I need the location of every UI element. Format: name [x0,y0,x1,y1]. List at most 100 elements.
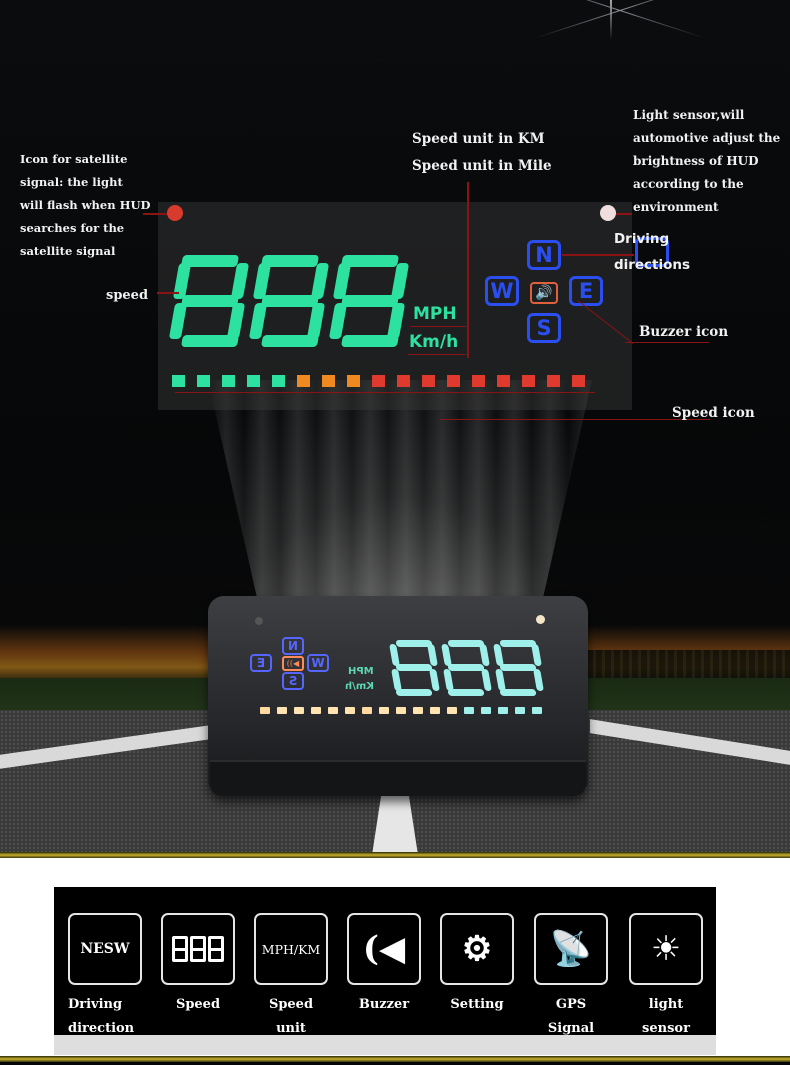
feature-speed-unit: MPH/KM Speed unit [254,913,328,1041]
segment-c [226,303,246,339]
segment-b [493,644,504,666]
device-led [362,707,372,714]
segment-c [443,669,454,691]
speed-led [222,375,235,387]
device-led [345,707,355,714]
segment-d [180,335,240,347]
annotation-speed-icon: Speed icon [672,405,755,421]
speed-digit [168,255,250,347]
speed-led [372,375,385,387]
segment-g [499,664,537,671]
unit-text-icon: MPH/KM [261,941,321,957]
segment-d [260,335,320,347]
speed-led-bar [172,375,585,387]
segment-d [499,689,537,696]
annotation-unit-mile: Speed unit in Mile [412,158,552,174]
callout-line-speed-icon [440,419,710,420]
callout-line-light [616,213,632,215]
segment-b [310,263,330,299]
device-led [413,707,423,714]
feature-icon-box: NESW [68,913,142,985]
device-speed-digits [389,640,544,696]
segment-f [479,644,490,666]
speed-led [297,375,310,387]
device-speed-digit [389,640,440,696]
segment-f [332,263,352,299]
device-direction-east: E [250,654,272,672]
feature-label: Buzzer [358,997,410,1012]
speed-led [247,375,260,387]
callout-line-mph [410,326,466,327]
segment-c [391,669,402,691]
feature-icon-box: MPH/KM [254,913,328,985]
speed-led [447,375,460,387]
speed-led [347,375,360,387]
device-led [447,707,457,714]
direction-east: E [569,276,603,306]
segment-c [386,303,406,339]
direction-south: S [527,313,561,343]
speed-digits [168,255,410,347]
unit-kmh: Km/h [409,332,459,352]
device-led [277,707,287,714]
speed-led [497,375,510,387]
unit-mph: MPH [413,304,457,324]
segment-e [328,303,348,339]
feature-light-sensor: ☀ light sensor [629,913,703,1041]
device-led-bar [260,707,542,714]
annotation-driving-directions: Driving directions [613,231,691,273]
callout-line-unit [467,182,469,358]
segment-d [340,335,400,347]
speed-led [522,375,535,387]
device-led [294,707,304,714]
device-direction-west: W [307,654,329,672]
speed-led [547,375,560,387]
feature-label: Driving direction [68,997,135,1036]
speed-led [272,375,285,387]
segment-g [447,664,485,671]
feature-label: light sensor [642,997,690,1036]
device-direction-south: S [282,672,304,690]
device-unit-kmh: Km/h [345,681,374,692]
feature-buzzer: (◀ Buzzer [347,913,421,1017]
feature-icon-box: ⚙ [440,913,514,985]
speed-led [422,375,435,387]
segment-d [447,689,485,696]
device-led [481,707,491,714]
callout-line-ledbar [175,392,595,393]
feature-icon-box: 📡 [534,913,608,985]
annotation-speed: speed [106,288,149,303]
device-led [498,707,508,714]
satellite-dish-icon: 📡 [549,929,593,969]
segment-g [180,295,240,307]
segment-d [395,689,433,696]
feature-label: Speed unit [268,997,314,1036]
device-led [532,707,542,714]
segment-g [395,664,433,671]
light-flare [520,0,720,60]
feature-icon-box [161,913,235,985]
annotation-unit-km: Speed unit in KM [412,131,545,147]
hud-device-base [210,760,586,796]
speed-digit [248,255,330,347]
device-led [396,707,406,714]
feature-setting: ⚙ Setting [440,913,514,1017]
device-led [311,707,321,714]
segment-f [531,644,542,666]
segment-f [252,263,272,299]
callout-line-speed [157,292,179,294]
treeline [560,650,790,680]
speed-digit [328,255,410,347]
buzzer-icon: 🔊 [530,282,558,304]
annotation-light-sensor: Light sensor,will automotive adjust the … [633,108,781,214]
segment-c [495,669,506,691]
device-buzzer-icon: ((◀ [282,656,304,671]
segment-e [429,669,440,691]
feature-driving-direction: NESW Driving direction [68,913,142,1041]
seven-segment-icon [172,936,224,962]
device-speed-digit [441,640,492,696]
direction-west: W [485,276,519,306]
segment-g [260,295,320,307]
speaker-icon: (◀ [362,929,406,969]
device-led [260,707,270,714]
